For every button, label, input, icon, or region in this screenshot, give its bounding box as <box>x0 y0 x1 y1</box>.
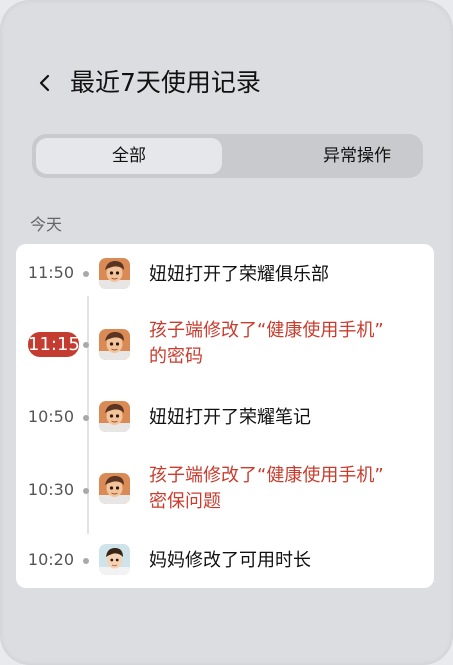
entry-time: 10:30 <box>27 480 74 499</box>
entry-time: 11:50 <box>27 263 74 282</box>
child-avatar <box>99 401 130 432</box>
entry-text: 孩子端修改了“健康使用手机” <box>149 320 384 341</box>
list-item[interactable]: 10:50 妞妞打开了荣耀笔记 <box>16 401 434 433</box>
timeline-dot <box>83 271 89 277</box>
entry-time: 10:20 <box>27 550 74 569</box>
filter-segmented-control: 全部 异常操作 <box>32 134 423 178</box>
list-item[interactable]: 10:20 妈妈修改了可用时长 <box>16 543 434 575</box>
entry-text: 妞妞打开了荣耀笔记 <box>149 407 311 428</box>
page-title: 最近7天使用记录 <box>70 68 261 97</box>
header: 最近7天使用记录 <box>0 60 453 106</box>
list-item[interactable]: 10:30 孩子端修改了“健康使用手机” 密保问题 <box>16 461 434 517</box>
back-button[interactable] <box>28 66 62 100</box>
entry-text-line2: 的密码 <box>149 346 203 367</box>
screen: 最近7天使用记录 全部 异常操作 今天 11:50 妞妞打开了荣耀俱乐部 11:… <box>0 0 453 665</box>
timeline-dot <box>83 415 89 421</box>
entry-text: 妈妈修改了可用时长 <box>149 550 311 571</box>
list-item[interactable]: 11:50 妞妞打开了荣耀俱乐部 <box>16 258 434 290</box>
child-avatar <box>99 329 130 360</box>
tab-all[interactable]: 全部 <box>36 138 222 174</box>
section-header-today: 今天 <box>30 215 63 234</box>
parent-avatar <box>99 544 130 575</box>
list-item[interactable]: 11:15 孩子端修改了“健康使用手机” 的密码 <box>16 318 434 374</box>
chevron-left-icon <box>39 74 50 92</box>
timeline-dot <box>83 342 89 348</box>
entry-text-line2: 密保问题 <box>149 491 221 512</box>
activity-card: 11:50 妞妞打开了荣耀俱乐部 11:15 孩子端修改了“健康使用手机” 的密… <box>16 244 434 588</box>
entry-text: 妞妞打开了荣耀俱乐部 <box>149 264 329 285</box>
entry-time: 10:50 <box>27 407 74 426</box>
tab-abnormal-operations[interactable]: 异常操作 <box>262 138 452 174</box>
entry-text: 孩子端修改了“健康使用手机” <box>149 465 384 486</box>
child-avatar <box>99 473 130 504</box>
entry-time-highlighted: 11:15 <box>28 332 80 357</box>
child-avatar <box>99 258 130 289</box>
timeline-dot <box>83 558 89 564</box>
timeline-dot <box>83 488 89 494</box>
